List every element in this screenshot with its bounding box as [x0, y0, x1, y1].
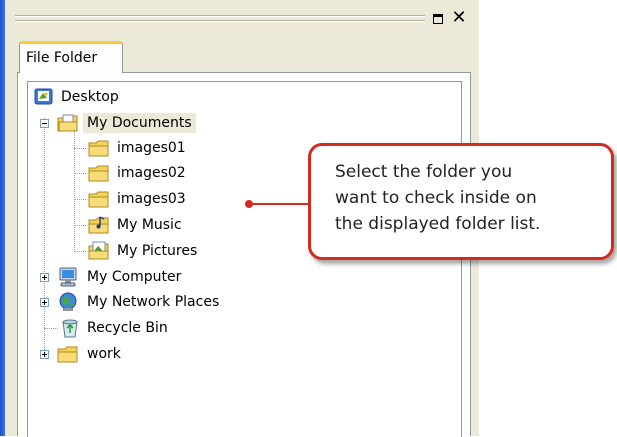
tree-item-my-pictures[interactable]: My Pictures	[28, 239, 228, 263]
callout-pointer-line	[249, 203, 309, 205]
tab-file-folder[interactable]: File Folder	[19, 41, 123, 73]
titlebar-grip-line	[15, 20, 425, 22]
collapse-icon[interactable]	[40, 119, 49, 128]
tree-item-images01[interactable]: images01	[28, 136, 228, 160]
documents-folder-icon	[57, 114, 78, 132]
tree-item-label: work	[87, 346, 121, 362]
callout-pointer-dot	[245, 200, 253, 208]
tree-item-label: images01	[117, 140, 186, 156]
tree-item-label: My Pictures	[117, 243, 198, 259]
tree-item-label: Desktop	[61, 89, 119, 105]
music-folder-icon	[88, 216, 109, 234]
tree-item-my-computer[interactable]: My Computer	[28, 265, 228, 289]
tree-item-desktop[interactable]: Desktop	[28, 85, 228, 109]
callout-text-line: the displayed folder list.	[335, 214, 541, 234]
tree-item-label: My Music	[117, 217, 182, 233]
callout-text-line: Select the folder you	[335, 162, 513, 182]
folder-icon	[88, 191, 109, 208]
tree-item-label: My Computer	[87, 269, 182, 285]
callout-text-line: want to check inside on	[335, 188, 537, 208]
tree-item-my-network-places[interactable]: My Network Places	[28, 290, 268, 314]
instruction-callout: Select the folder you want to check insi…	[308, 143, 614, 260]
folder-icon	[57, 346, 78, 363]
tree-item-recycle-bin[interactable]: Recycle Bin	[28, 316, 228, 340]
network-places-icon	[59, 292, 77, 311]
folder-icon	[88, 165, 109, 182]
computer-icon	[59, 267, 77, 287]
tree-item-my-documents[interactable]: My Documents	[28, 111, 268, 135]
desktop-icon	[34, 88, 53, 105]
expand-icon[interactable]	[40, 273, 49, 282]
restore-window-icon[interactable]	[433, 14, 443, 24]
pane-titlebar[interactable]: ✕	[5, 0, 479, 40]
tree-item-label: images02	[117, 165, 186, 181]
recycle-bin-icon	[62, 319, 78, 338]
tree-item-my-music[interactable]: My Music	[28, 213, 228, 237]
tree-item-images02[interactable]: images02	[28, 161, 228, 185]
tree-item-images03[interactable]: images03	[28, 187, 228, 211]
expand-icon[interactable]	[40, 298, 49, 307]
close-icon[interactable]: ✕	[449, 7, 469, 29]
tree-item-label: My Network Places	[87, 294, 220, 310]
pictures-folder-icon	[88, 241, 109, 260]
folder-icon	[88, 140, 109, 157]
titlebar-grip-line	[15, 15, 425, 17]
tree-item-label: Recycle Bin	[87, 320, 168, 336]
tree-item-label: images03	[117, 191, 186, 207]
expand-icon[interactable]	[40, 350, 49, 359]
tree-item-label: My Documents	[83, 113, 196, 133]
tree-item-work[interactable]: work	[28, 342, 228, 366]
